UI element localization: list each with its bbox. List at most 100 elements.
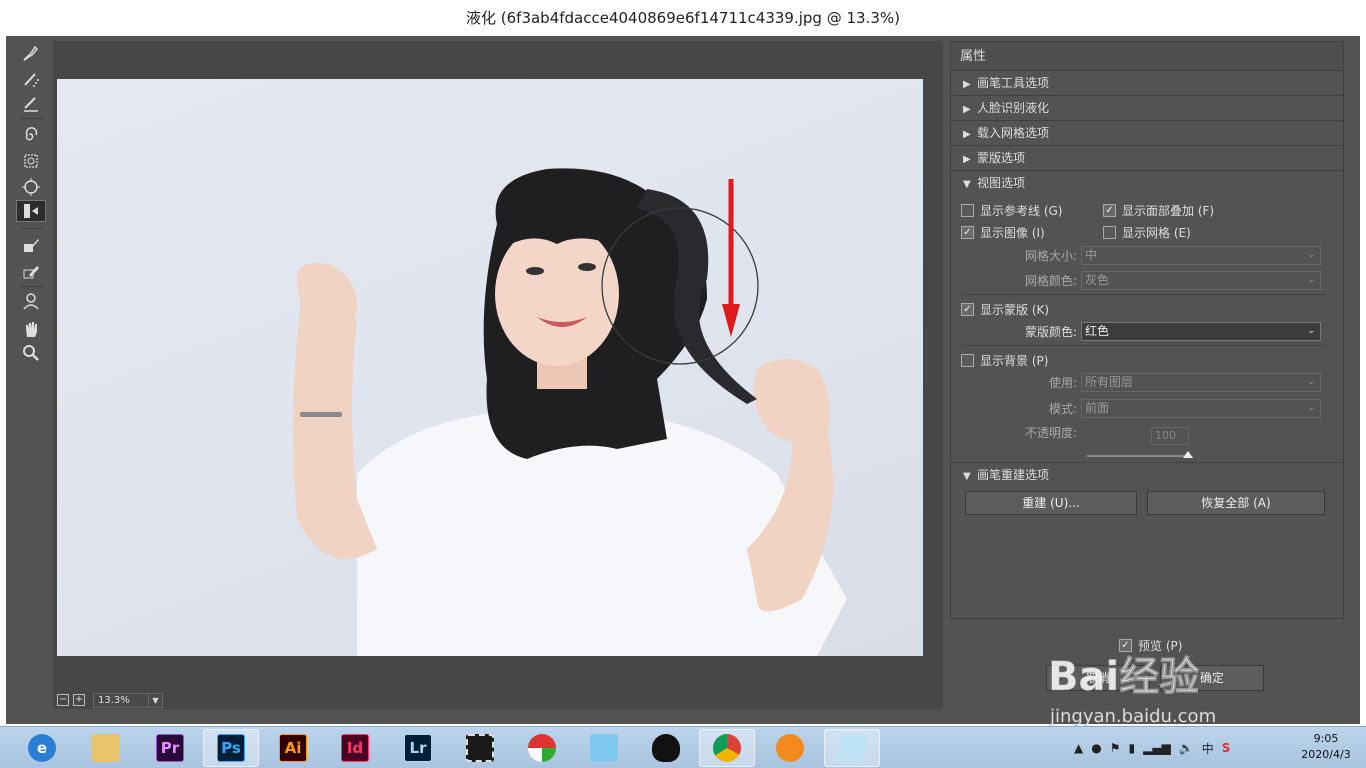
preview-image[interactable] — [57, 79, 923, 656]
taskbar-app-mail[interactable] — [576, 729, 632, 767]
show-image-checkbox[interactable]: ✓ — [961, 225, 974, 239]
show-guides-option[interactable]: 显示参考线 (G) — [961, 201, 1062, 219]
preview-option[interactable]: ✓ 预览 (P) — [1119, 637, 1182, 654]
opacity-slider-thumb[interactable] — [1183, 451, 1193, 458]
show-guides-checkbox[interactable] — [961, 203, 974, 217]
pucker-icon[interactable] — [16, 150, 46, 172]
face-tool-icon[interactable] — [16, 290, 46, 312]
mesh-size-row: 网格大小: 中 ⌄ — [951, 245, 1321, 265]
mode-row: 模式: 前面 ⌄ — [951, 398, 1321, 418]
usb-icon[interactable]: ▮ — [1128, 741, 1135, 755]
taskbar-app-notes[interactable] — [824, 729, 880, 767]
show-backdrop-checkbox[interactable] — [961, 353, 974, 367]
taskbar-qq[interactable] — [638, 729, 694, 767]
zoom-controls: − + 13.3% ▼ — [57, 692, 287, 708]
show-mask-checkbox[interactable]: ✓ — [961, 302, 974, 316]
ok-button[interactable]: 确定 — [1160, 665, 1264, 691]
show-hidden-icons-icon[interactable]: ▲ — [1074, 741, 1083, 755]
show-mesh-checkbox[interactable] — [1103, 225, 1116, 239]
taskbar-illustrator[interactable]: Ai — [265, 729, 321, 767]
taskbar: e Pr Ps Ai Id Lr ▲ ● ⚑ ▮ ▂▄▆ 🔈 中 S 9:05 … — [0, 726, 1366, 768]
taskbar-app-orange[interactable] — [762, 729, 818, 767]
taskbar-app-umbrella[interactable] — [514, 729, 570, 767]
opacity-input[interactable]: 100 — [1151, 427, 1189, 445]
section-view-options[interactable]: ▼ 视图选项 — [951, 171, 1343, 196]
show-face-overlay-checkbox[interactable]: ✓ — [1103, 203, 1116, 217]
zoom-in-button[interactable]: + — [73, 694, 85, 706]
push-left-icon[interactable] — [16, 200, 46, 222]
show-face-overlay-option[interactable]: ✓ 显示面部叠加 (F) — [1103, 201, 1214, 219]
reconstruct-icon[interactable] — [16, 68, 46, 90]
clock[interactable]: 9:05 2020/4/3 — [1296, 731, 1356, 763]
sogou-icon[interactable]: S — [1222, 741, 1231, 755]
taskbar-premiere[interactable]: Pr — [142, 729, 198, 767]
properties-panel: 属性 ▶ 画笔工具选项 ▶ 人脸识别液化 ▶ 载入网格选项 ▶ 蒙版选项 ▼ 视图选项 显… — [950, 41, 1344, 619]
mode-select[interactable]: 前面 ⌄ — [1081, 398, 1321, 418]
forward-warp-icon[interactable] — [16, 42, 46, 64]
thaw-mask-icon[interactable] — [16, 260, 46, 282]
liquify-dialog: − + 13.3% ▼ 属性 ▶ 画笔工具选项 ▶ 人脸识别液化 ▶ 载入网格选项 ▶… — [6, 36, 1360, 724]
twirl-icon[interactable] — [16, 124, 46, 146]
qq-tray-icon[interactable]: ● — [1091, 741, 1101, 755]
opacity-slider-track[interactable] — [1087, 455, 1187, 457]
preview-checkbox[interactable]: ✓ — [1119, 639, 1132, 652]
chevron-down-icon: ▼ — [148, 693, 162, 707]
section-load-mesh-options[interactable]: ▶ 载入网格选项 — [951, 121, 1343, 146]
zoom-icon[interactable] — [16, 342, 46, 364]
show-mask-option[interactable]: ✓ 显示蒙版 (K) — [961, 300, 1049, 318]
zoom-out-button[interactable]: − — [57, 694, 69, 706]
opacity-row: 不透明度: — [1024, 425, 1077, 440]
premiere-icon: Pr — [156, 734, 184, 762]
taskbar-chrome[interactable] — [699, 729, 755, 767]
smooth-icon[interactable] — [16, 92, 46, 114]
taskbar-indesign[interactable]: Id — [327, 729, 383, 767]
network-icon[interactable]: ▂▄▆ — [1143, 741, 1171, 755]
flag-icon[interactable]: ⚑ — [1110, 741, 1121, 755]
hand-icon[interactable] — [16, 318, 46, 340]
ie-icon: e — [28, 734, 56, 762]
reconstruct-button[interactable]: 重建 (U)... — [965, 491, 1137, 515]
collapse-triangle-icon: ▼ — [963, 179, 971, 190]
chevron-down-icon: ⌄ — [1307, 325, 1315, 336]
show-backdrop-option[interactable]: 显示背景 (P) — [961, 351, 1048, 369]
taskbar-video[interactable] — [452, 729, 508, 767]
clock-date: 2020/4/3 — [1301, 748, 1351, 761]
chevron-down-icon: ⌄ — [1307, 402, 1315, 413]
taskbar-photoshop[interactable]: Ps — [203, 729, 259, 767]
bloat-icon[interactable] — [16, 176, 46, 198]
zoom-level-select[interactable]: 13.3% ▼ — [93, 692, 163, 708]
use-row: 使用: 所有图层 ⌄ — [951, 372, 1321, 392]
restore-all-button[interactable]: 恢复全部 (A) — [1147, 491, 1325, 515]
umbrella-icon — [528, 734, 556, 762]
show-image-option[interactable]: ✓ 显示图像 (I) — [961, 223, 1045, 241]
qq-penguin-icon — [652, 734, 680, 762]
orange-app-icon — [776, 734, 804, 762]
photoshop-icon: Ps — [217, 734, 245, 762]
taskbar-ie[interactable]: e — [14, 729, 70, 767]
section-mask-options[interactable]: ▶ 蒙版选项 — [951, 146, 1343, 171]
window-title: 液化 (6f3ab4fdacce4040869e6f14711c4339.jpg… — [0, 0, 1366, 36]
freeze-mask-icon[interactable] — [16, 234, 46, 256]
taskbar-lightroom[interactable]: Lr — [390, 729, 446, 767]
chevron-down-icon: ⌄ — [1307, 376, 1315, 387]
mesh-color-select[interactable]: 灰色 ⌄ — [1081, 270, 1321, 290]
taskbar-explorer[interactable] — [78, 729, 134, 767]
expand-triangle-icon: ▶ — [963, 154, 971, 165]
ime-indicator[interactable]: 中 — [1202, 740, 1214, 757]
use-select[interactable]: 所有图层 ⌄ — [1081, 372, 1321, 392]
clock-time: 9:05 — [1313, 732, 1339, 745]
section-face-aware-liquify[interactable]: ▶ 人脸识别液化 — [951, 96, 1343, 121]
mesh-size-select[interactable]: 中 ⌄ — [1081, 245, 1321, 265]
expand-triangle-icon: ▶ — [963, 129, 971, 140]
cancel-button[interactable]: 取消 — [1046, 665, 1150, 691]
mask-color-select[interactable]: 红色 ⌄ — [1081, 321, 1321, 341]
section-brush-reconstruct-options[interactable]: ▼ 画笔重建选项 — [951, 463, 1343, 488]
volume-icon[interactable]: 🔈 — [1179, 741, 1194, 755]
folder-icon — [92, 734, 120, 762]
section-brush-tool-options[interactable]: ▶ 画笔工具选项 — [951, 71, 1343, 96]
film-icon — [466, 734, 494, 762]
mask-color-row: 蒙版颜色: 红色 ⌄ — [951, 321, 1321, 341]
illustrator-icon: Ai — [279, 734, 307, 762]
preview-canvas[interactable]: − + 13.3% ▼ — [53, 41, 943, 709]
show-mesh-option[interactable]: 显示网格 (E) — [1103, 223, 1191, 241]
